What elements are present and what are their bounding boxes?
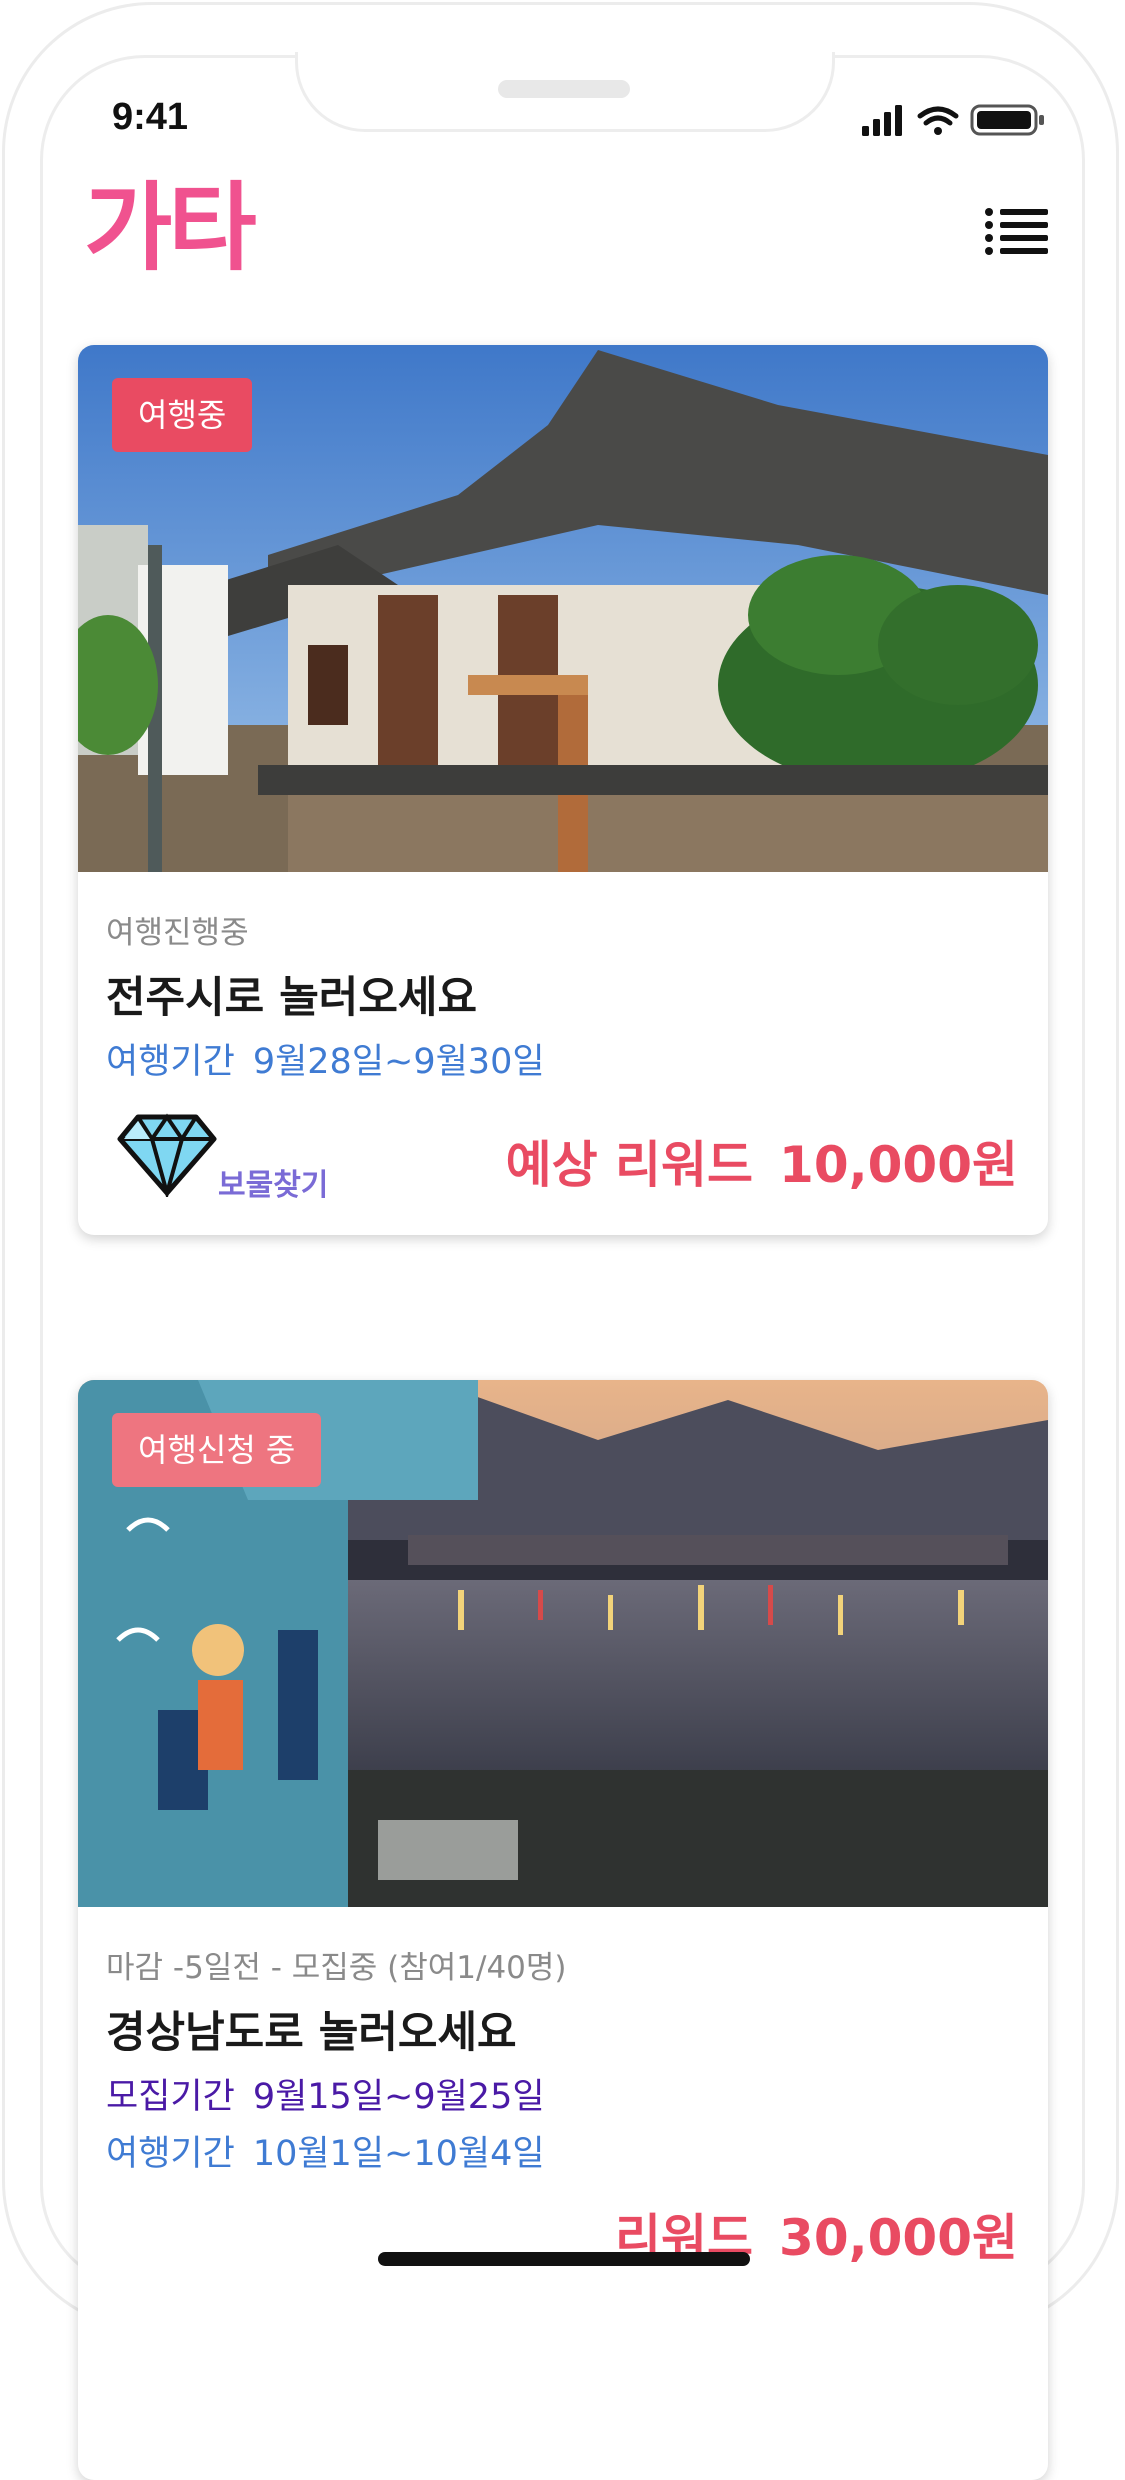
trip-title: 경상남도로 놀러오세요 xyxy=(106,2008,517,2058)
trip-card-gyeongnam[interactable]: 여행신청 중 마감 -5일전 - 모집중 (참여1/40명) 경상남도로 놀러오… xyxy=(78,1380,1048,2480)
expected-reward: 예상 리워드 10,000원 xyxy=(506,1125,1018,1197)
travel-period: 여행기간 9월28일~9월30일 xyxy=(106,1033,545,1084)
reward-value: 10,000원 xyxy=(779,1136,1018,1194)
travel-period-label: 여행기간 xyxy=(106,2134,235,2174)
status-icons xyxy=(862,104,1044,136)
travel-period: 여행기간 10월1일~10월4일 xyxy=(106,2125,545,2176)
trip-status: 여행진행중 xyxy=(106,915,249,951)
signal-icon xyxy=(862,105,902,136)
travel-period-label: 여행기간 xyxy=(106,1042,235,1082)
status-time: 9:41 xyxy=(112,96,189,138)
status-badge: 여행중 xyxy=(112,378,253,452)
recruit-status: 마감 -5일전 - 모집중 (참여1/40명) xyxy=(106,1950,567,1986)
trip-title: 전주시로 놀러오세요 xyxy=(106,973,478,1023)
trip-card-jeonju[interactable]: 여행중 여행진행중 전주시로 놀러오세요 여행기간 9월28일~9월30일 보물찾… xyxy=(78,345,1048,1235)
app-logo[interactable]: 가타 xyxy=(84,180,257,276)
wifi-icon xyxy=(917,106,959,135)
recruit-period-label: 모집기간 xyxy=(106,2077,235,2117)
diamond-icon xyxy=(117,1113,217,1197)
travel-period-value: 9월28일~9월30일 xyxy=(252,1042,545,1082)
travel-period-value: 10월1일~10월4일 xyxy=(252,2134,545,2174)
list-menu-icon[interactable] xyxy=(984,206,1048,258)
home-indicator[interactable] xyxy=(378,2252,750,2266)
reward-label: 예상 리워드 xyxy=(505,1136,754,1194)
status-badge: 여행신청 중 xyxy=(112,1413,322,1487)
recruit-period: 모집기간 9월15일~9월25일 xyxy=(106,2068,545,2119)
reward-value: 30,000원 xyxy=(779,2209,1018,2267)
recruit-period-value: 9월15일~9월25일 xyxy=(252,2077,545,2117)
speaker-grille xyxy=(498,80,630,98)
battery-icon xyxy=(970,104,1044,136)
treasure-hunt-tag: 보물찾기 xyxy=(218,1168,329,1203)
